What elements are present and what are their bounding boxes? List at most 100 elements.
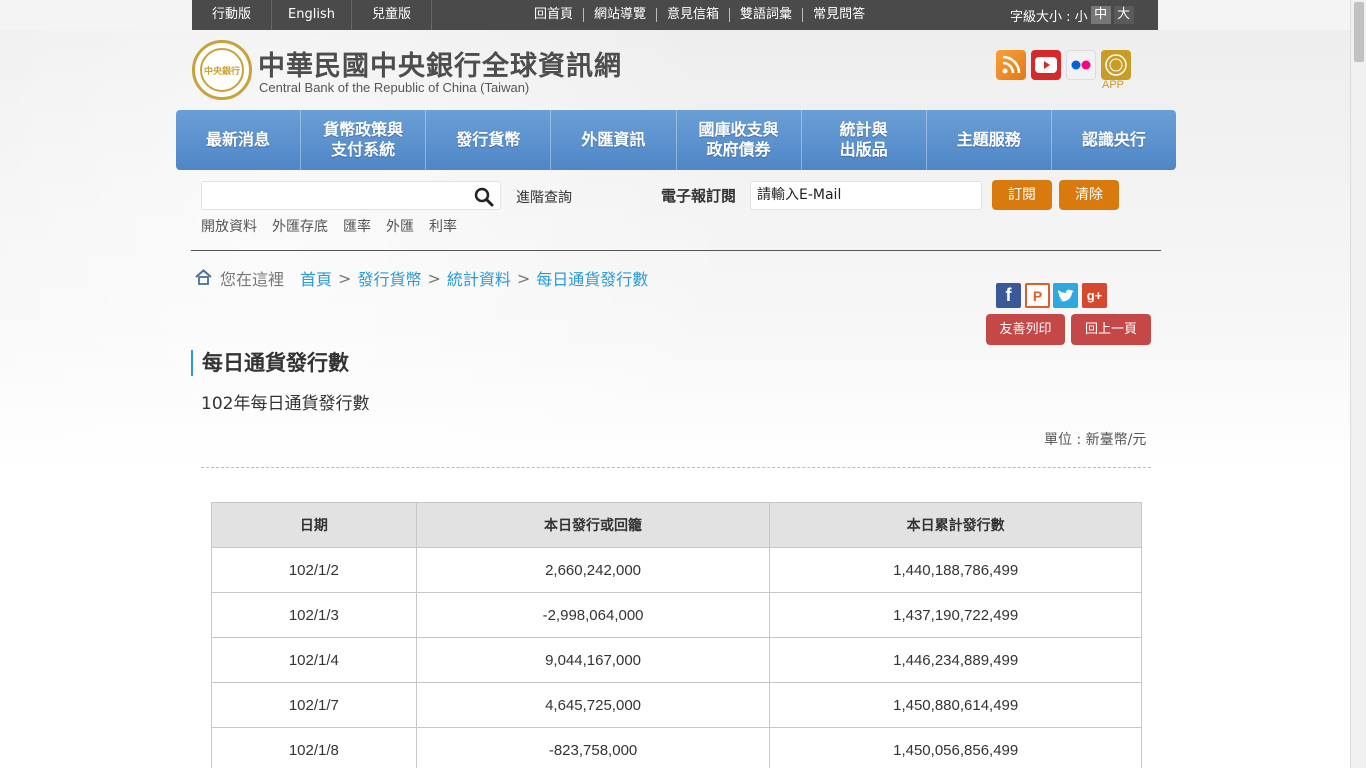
header-divider — [191, 250, 1161, 251]
nav-services[interactable]: 主題服務 — [927, 110, 1052, 170]
nav-about[interactable]: 認識央行 — [1052, 110, 1176, 170]
table-row: 102/1/2 2,660,242,000 1,440,188,786,499 — [211, 547, 1142, 593]
table-cell: 1,450,056,856,499 — [769, 727, 1142, 768]
nav-label: 國庫收支與 政府債券 — [698, 120, 779, 159]
faq-link[interactable]: 常見問答 — [803, 8, 875, 22]
table-cell: 102/1/2 — [211, 547, 417, 593]
plurk-share-icon[interactable]: P — [1025, 283, 1050, 308]
app-label[interactable]: APP — [1102, 79, 1124, 91]
search-icon[interactable] — [474, 187, 494, 207]
table-cell: 1,437,190,722,499 — [769, 592, 1142, 638]
top-bar-inner: 行動版 English 兒童版 回首頁 網站導覽 意見信箱 雙語詞彙 常見問答 … — [192, 0, 1158, 30]
quick-link-open-data[interactable]: 開放資料 — [201, 216, 257, 236]
scrollbar-thumb[interactable] — [1354, 2, 1364, 62]
nav-label: 發行貨幣 — [456, 130, 521, 149]
advanced-search-link[interactable]: 進階查詢 — [516, 187, 572, 207]
table-row: 102/1/3 -2,998,064,000 1,437,190,722,499 — [211, 592, 1142, 638]
font-size-small[interactable]: 字級大小 : 小 — [1010, 6, 1088, 25]
table-header-row: 日期 本日發行或回籠 本日累計發行數 — [211, 502, 1142, 548]
unit-label: 單位 : 新臺幣/元 — [1044, 432, 1147, 448]
table-cell: 1,450,880,614,499 — [769, 682, 1142, 728]
clear-button[interactable]: 清除 — [1059, 180, 1119, 210]
font-size-selector: 字級大小 : 小 中 大 — [1010, 0, 1134, 30]
nav-treasury-bonds[interactable]: 國庫收支與 政府債券 — [677, 110, 802, 170]
table-cell: 9,044,167,000 — [415, 637, 771, 683]
mobile-version-link[interactable]: 行動版 — [192, 0, 272, 30]
nav-label: 貨幣政策與 支付系統 — [323, 120, 404, 159]
breadcrumb: 您在這裡 首頁 > 發行貨幣 > 統計資料 > 每日通貨發行數 — [220, 266, 648, 290]
site-title[interactable]: 中華民國中央銀行全球資訊網 — [258, 44, 622, 83]
column-header-date: 日期 — [211, 502, 417, 548]
table-row: 102/1/8 -823,758,000 1,450,056,856,499 — [211, 727, 1142, 768]
home-icon — [195, 269, 212, 285]
breadcrumb-issuance[interactable]: 發行貨幣 — [357, 266, 421, 290]
search-input[interactable] — [201, 181, 501, 210]
table-row: 102/1/7 4,645,725,000 1,450,880,614,499 — [211, 682, 1142, 728]
seal-text: 中央銀行 — [203, 66, 240, 77]
top-bar: 行動版 English 兒童版 回首頁 網站導覽 意見信箱 雙語詞彙 常見問答 … — [0, 0, 1350, 30]
table-cell: -2,998,064,000 — [415, 592, 771, 638]
vertical-scrollbar[interactable] — [1350, 0, 1366, 768]
subscribe-button[interactable]: 訂閱 — [992, 180, 1052, 210]
back-button[interactable]: 回上一頁 — [1071, 314, 1151, 345]
nav-label: 認識央行 — [1081, 130, 1146, 149]
home-link[interactable]: 回首頁 — [524, 8, 585, 22]
table-cell: 102/1/4 — [211, 637, 417, 683]
table-cell: 2,660,242,000 — [415, 547, 771, 593]
facebook-share-icon[interactable]: f — [996, 283, 1021, 308]
sitemap-link[interactable]: 網站導覽 — [584, 8, 658, 22]
table-cell: 4,645,725,000 — [415, 682, 771, 728]
page-title: 每日通貨發行數 — [191, 350, 349, 376]
main-navigation: 最新消息 貨幣政策與 支付系統 發行貨幣 外匯資訊 國庫收支與 政府債券 統計與… — [176, 110, 1176, 170]
column-header-cumulative: 本日累計發行數 — [769, 502, 1142, 548]
app-icon[interactable] — [1101, 50, 1131, 80]
english-version-link[interactable]: English — [272, 0, 352, 30]
nav-foreign-exchange[interactable]: 外匯資訊 — [551, 110, 677, 170]
table-cell: 1,440,188,786,499 — [769, 547, 1142, 593]
twitter-share-icon[interactable] — [1053, 283, 1078, 308]
table-cell: 102/1/7 — [211, 682, 417, 728]
flickr-icon[interactable] — [1066, 50, 1096, 80]
email-field[interactable]: 請輸入E-Mail — [750, 181, 982, 210]
rss-icon[interactable] — [996, 50, 1026, 80]
breadcrumb-home[interactable]: 首頁 — [300, 266, 332, 290]
breadcrumb-here-label: 您在這裡 — [220, 270, 285, 289]
nav-monetary-policy[interactable]: 貨幣政策與 支付系統 — [301, 110, 427, 170]
google-plus-share-icon[interactable]: g+ — [1082, 283, 1107, 308]
table-cell: 102/1/8 — [211, 727, 417, 768]
glossary-link[interactable]: 雙語詞彙 — [730, 8, 804, 22]
quick-links: 開放資料 外匯存底 匯率 外匯 利率 — [201, 216, 472, 236]
column-header-daily-change: 本日發行或回籠 — [415, 502, 771, 548]
font-size-large[interactable]: 大 — [1113, 6, 1134, 24]
table-row: 102/1/4 9,044,167,000 1,446,234,889,499 — [211, 637, 1142, 683]
breadcrumb-separator: > — [427, 268, 441, 288]
quick-link-forex[interactable]: 外匯 — [386, 216, 414, 236]
nav-statistics-publications[interactable]: 統計與 出版品 — [802, 110, 927, 170]
font-size-medium[interactable]: 中 — [1090, 6, 1111, 24]
nav-label: 主題服務 — [956, 130, 1021, 149]
central-bank-seal-logo[interactable]: 中央銀行 — [192, 40, 252, 100]
page-subtitle: 102年每日通貨發行數 — [201, 394, 370, 414]
print-friendly-button[interactable]: 友善列印 — [986, 314, 1065, 345]
breadcrumb-separator: > — [338, 268, 352, 288]
currency-issuance-table: 日期 本日發行或回籠 本日累計發行數 102/1/2 2,660,242,000… — [211, 502, 1142, 768]
table-cell: -823,758,000 — [415, 727, 771, 768]
nav-label: 最新消息 — [206, 130, 271, 149]
breadcrumb-separator: > — [516, 268, 531, 288]
feedback-link[interactable]: 意見信箱 — [657, 8, 731, 22]
content-divider — [201, 467, 1151, 468]
quick-link-reserves[interactable]: 外匯存底 — [272, 216, 328, 236]
kids-version-link[interactable]: 兒童版 — [352, 0, 432, 30]
nav-currency-issuance[interactable]: 發行貨幣 — [426, 110, 552, 170]
quick-link-exchange-rate[interactable]: 匯率 — [343, 216, 371, 236]
epaper-label: 電子報訂閱 — [661, 187, 737, 205]
table-cell: 102/1/3 — [211, 592, 417, 638]
table-cell: 1,446,234,889,499 — [769, 637, 1142, 683]
nav-latest-news[interactable]: 最新消息 — [176, 110, 302, 170]
utility-links: 回首頁 網站導覽 意見信箱 雙語詞彙 常見問答 — [524, 0, 875, 30]
youtube-icon[interactable] — [1031, 50, 1061, 80]
site-subtitle: Central Bank of the Republic of China (T… — [259, 80, 530, 95]
breadcrumb-current[interactable]: 每日通貨發行數 — [536, 266, 648, 290]
quick-link-interest-rate[interactable]: 利率 — [429, 216, 457, 236]
breadcrumb-statistics[interactable]: 統計資料 — [447, 266, 511, 290]
